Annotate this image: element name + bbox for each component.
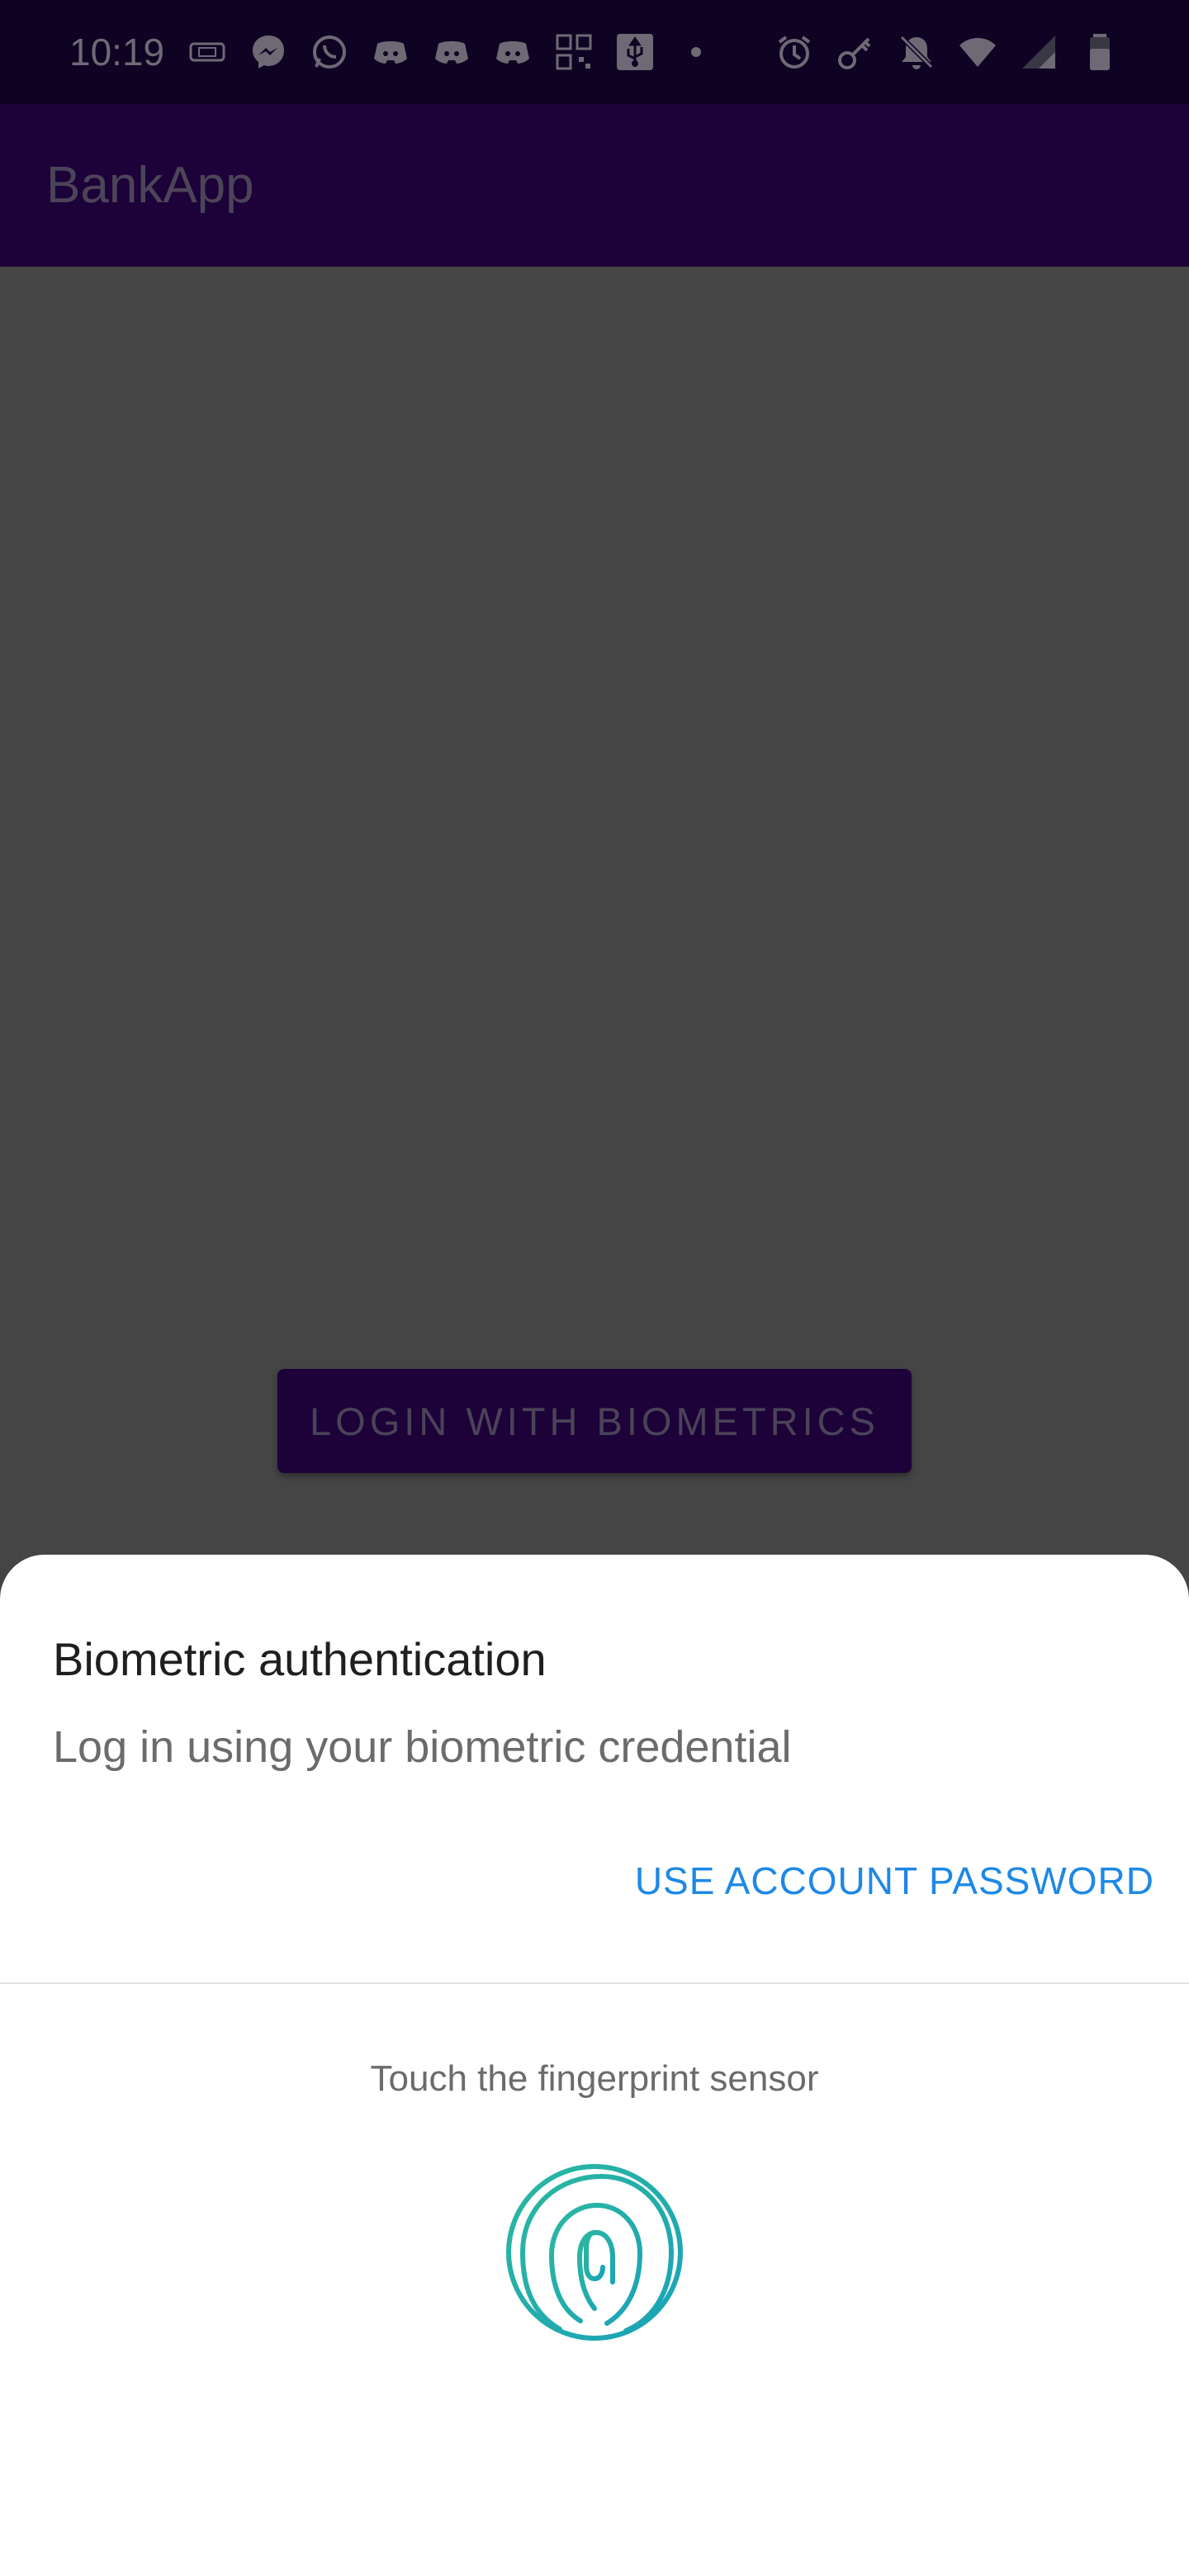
notifications-off-icon (897, 32, 936, 72)
app-bar: BankApp (0, 104, 1189, 267)
divider (0, 1982, 1189, 1984)
discord-icon (371, 32, 410, 72)
fingerprint-icon (502, 2160, 687, 2345)
battery-icon (1080, 32, 1120, 72)
key-icon (836, 32, 875, 72)
status-icons-left (187, 32, 716, 72)
status-time: 10:19 (69, 31, 165, 73)
discord-icon (493, 32, 533, 72)
use-account-password-button[interactable]: USE ACCOUNT PASSWORD (635, 1859, 1154, 1903)
prompt-subtitle: Log in using your biometric credential (53, 1722, 792, 1772)
biometric-prompt-sheet: Biometric authentication Log in using yo… (0, 1555, 1189, 2576)
fingerprint-hint: Touch the fingerprint sensor (370, 2058, 819, 2099)
qr-code-icon (554, 32, 594, 72)
wifi-icon (958, 32, 997, 72)
whatsapp-icon (310, 32, 349, 72)
status-bar: 10:19 (0, 0, 1189, 104)
discord-icon (432, 32, 471, 72)
usb-icon (615, 32, 655, 72)
alarm-icon (775, 32, 814, 72)
status-icons-right (775, 32, 1120, 72)
login-with-biometrics-button[interactable]: LOGIN WITH BIOMETRICS (277, 1369, 912, 1473)
signal-icon (1019, 32, 1059, 72)
main-content (0, 267, 1189, 1555)
dot-icon (676, 32, 716, 72)
prompt-title: Biometric authentication (53, 1633, 547, 1685)
app-title: BankApp (46, 157, 254, 214)
messenger-icon (249, 32, 288, 72)
sim-card-icon (187, 32, 227, 72)
